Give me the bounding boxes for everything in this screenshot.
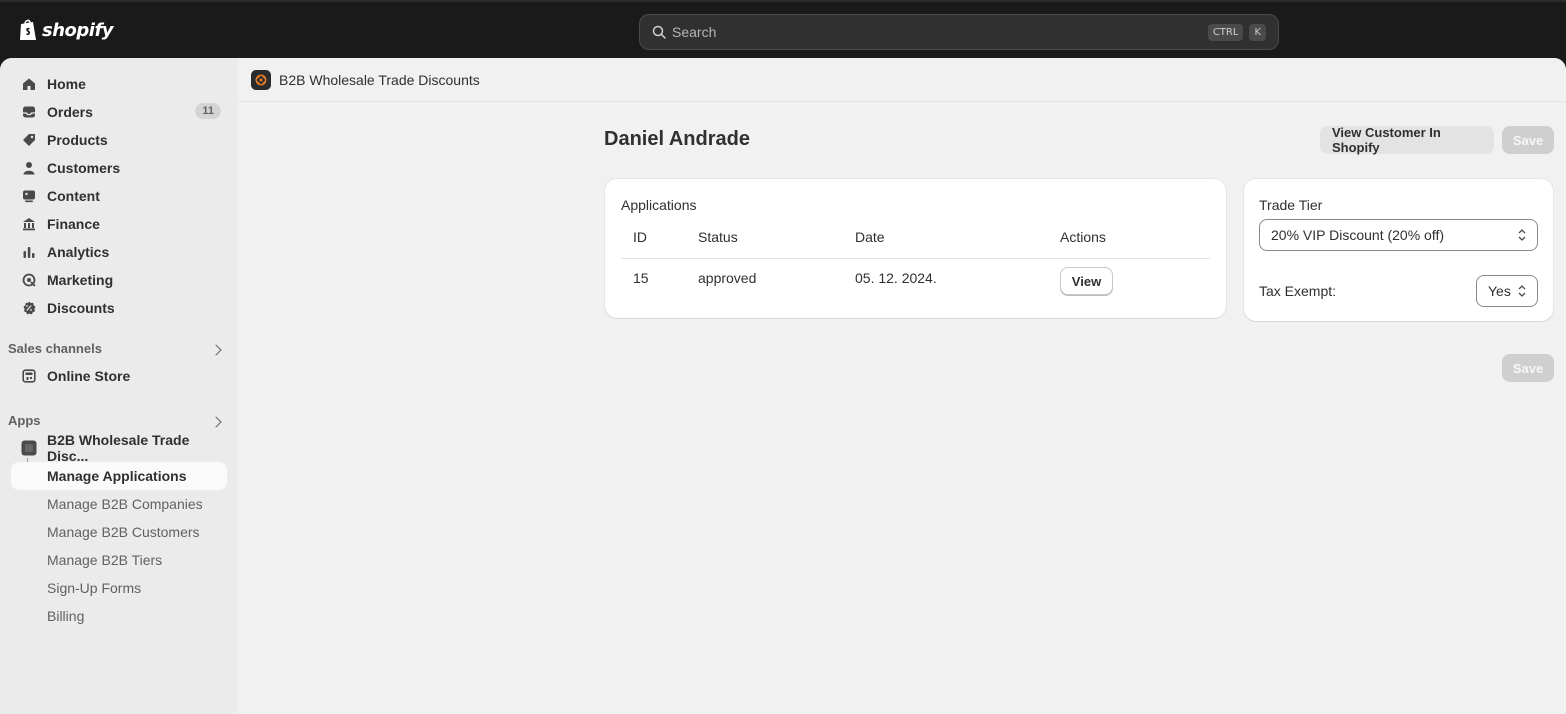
sidebar-item-home[interactable]: Home: [11, 70, 227, 98]
tax-exempt-select[interactable]: Yes: [1476, 275, 1538, 307]
app-header-title: B2B Wholesale Trade Discounts: [279, 71, 480, 88]
view-application-button[interactable]: View: [1060, 267, 1113, 295]
cell-status: approved: [698, 270, 757, 286]
shopify-bag-icon: [20, 19, 36, 40]
sidebar-item-marketing[interactable]: Marketing: [11, 266, 227, 294]
sidebar-subitem-manage-applications[interactable]: Manage Applications: [11, 462, 227, 490]
bar-chart-icon: [21, 244, 37, 260]
column-header-status: Status: [698, 229, 738, 245]
tag-icon: [21, 132, 37, 148]
sidebar-item-analytics[interactable]: Analytics: [11, 238, 227, 266]
trade-tier-select[interactable]: 20% VIP Discount (20% off): [1259, 219, 1538, 251]
shopify-logo[interactable]: shopify: [18, 18, 114, 42]
tax-exempt-value: Yes: [1488, 283, 1511, 299]
sidebar-item-customers[interactable]: Customers: [11, 154, 227, 182]
search-placeholder: Search: [672, 24, 717, 40]
brand-wordmark: shopify: [42, 19, 114, 41]
sidebar-item-label: Marketing: [47, 272, 114, 288]
sidebar-subitem-sign-up-forms[interactable]: Sign-Up Forms: [11, 574, 227, 602]
person-icon: [21, 160, 37, 176]
sidebar-subitem-billing[interactable]: Billing: [11, 602, 227, 630]
apps-chevron-icon[interactable]: [210, 416, 222, 428]
sales-channels-title: Sales channels: [8, 341, 102, 356]
applications-title: Applications: [621, 197, 697, 213]
shortcut-key-ctrl: CTRL: [1207, 23, 1244, 41]
discount-icon: [21, 300, 37, 316]
sidebar-item-label: Orders: [47, 104, 93, 120]
home-icon: [21, 76, 37, 92]
save-button-top[interactable]: Save: [1502, 126, 1554, 154]
sidebar-item-label: Content: [47, 188, 100, 204]
select-arrows-icon: [1518, 285, 1526, 297]
admin-frame: Home Orders 11 Products Customers Conten…: [0, 58, 1566, 714]
sidebar-item-b2b-app[interactable]: B2B Wholesale Trade Disc...: [11, 432, 227, 464]
sidebar-item-finance[interactable]: Finance: [11, 210, 227, 238]
sidebar-item-label: Customers: [47, 160, 121, 176]
app-logo-icon: [251, 69, 271, 90]
top-bar: shopify Search CTRL K: [0, 0, 1566, 58]
sidebar-item-label: Analytics: [47, 244, 110, 260]
select-arrows-icon: [1518, 229, 1526, 241]
inbox-icon: [21, 104, 37, 120]
sales-channels-chevron-icon[interactable]: [210, 344, 222, 356]
sidebar-subitem-manage-b2b-companies[interactable]: Manage B2B Companies: [11, 490, 227, 518]
tax-exempt-label: Tax Exempt:: [1259, 283, 1337, 299]
sidebar-item-label: Online Store: [47, 368, 131, 384]
target-icon: [21, 272, 37, 288]
trade-tier-value: 20% VIP Discount (20% off): [1271, 227, 1445, 243]
save-button-bottom[interactable]: Save: [1502, 354, 1554, 382]
sidebar-item-label: Products: [47, 132, 108, 148]
content-icon: [21, 188, 37, 204]
apps-title: Apps: [8, 413, 41, 428]
sidebar-item-label: B2B Wholesale Trade Disc...: [47, 432, 190, 464]
orders-count-badge: 11: [195, 103, 221, 119]
column-header-actions: Actions: [1060, 229, 1106, 245]
view-customer-button[interactable]: View Customer In Shopify: [1320, 125, 1494, 155]
column-header-date: Date: [855, 229, 885, 245]
main-content: B2B Wholesale Trade Discounts Daniel And…: [238, 58, 1566, 714]
sidebar-item-label: Finance: [47, 216, 100, 232]
app-header: B2B Wholesale Trade Discounts: [238, 58, 1566, 102]
sidebar-item-online-store[interactable]: Online Store: [11, 362, 227, 390]
sidebar-item-label: Home: [47, 76, 86, 92]
sidebar-subitem-manage-b2b-tiers[interactable]: Manage B2B Tiers: [11, 546, 227, 574]
sidebar-item-content[interactable]: Content: [11, 182, 227, 210]
cell-date: 05. 12. 2024.: [855, 270, 937, 286]
sidebar-item-label: Discounts: [47, 300, 115, 316]
applications-card: Applications ID Status Date Actions 15 a…: [605, 179, 1226, 318]
app-icon: [21, 440, 37, 456]
trade-tier-label: Trade Tier: [1259, 197, 1323, 213]
bank-icon: [21, 216, 37, 232]
customer-settings-card: Trade Tier 20% VIP Discount (20% off) Ta…: [1244, 179, 1553, 321]
sidebar: Home Orders 11 Products Customers Conten…: [0, 58, 238, 714]
sidebar-item-products[interactable]: Products: [11, 126, 227, 154]
cell-id: 15: [633, 270, 649, 286]
table-divider: [621, 258, 1210, 259]
search-bar[interactable]: Search CTRL K: [639, 14, 1279, 50]
store-icon: [21, 368, 37, 384]
sidebar-item-discounts[interactable]: Discounts: [11, 294, 227, 322]
column-header-id: ID: [633, 229, 647, 245]
page-title: Daniel Andrade: [604, 128, 750, 150]
sidebar-subitem-manage-b2b-customers[interactable]: Manage B2B Customers: [11, 518, 227, 546]
search-icon: [652, 25, 666, 39]
shortcut-key-k: K: [1249, 23, 1266, 41]
sidebar-item-orders[interactable]: Orders 11: [11, 98, 227, 126]
